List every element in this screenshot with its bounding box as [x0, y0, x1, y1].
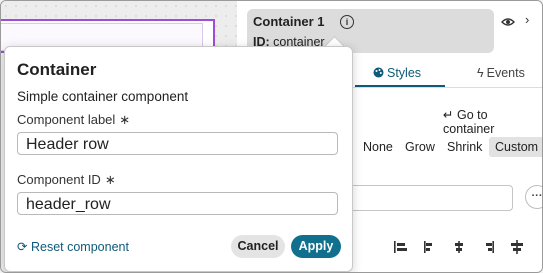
component-id-text: Component ID [17, 172, 101, 187]
popover-title: Container [17, 60, 97, 79]
info-icon[interactable]: i [340, 15, 354, 29]
tab-styles[interactable]: Styles [373, 66, 421, 80]
required-icon: ∗ [119, 112, 131, 127]
sizing-shrink-button[interactable]: Shrink [441, 137, 488, 157]
chevron-right-icon[interactable]: › [525, 12, 529, 27]
popover-subtitle: Simple container component [17, 89, 189, 104]
component-label-text: Component label [17, 112, 116, 127]
align-center-icon[interactable] [451, 239, 467, 255]
go-to-container-link[interactable]: ↵ Go to container [443, 107, 542, 136]
component-title: Container 1 [253, 14, 325, 29]
align-left-edge-icon[interactable] [393, 239, 409, 255]
reset-component-link[interactable]: ⟳ Reset component [17, 239, 129, 254]
required-icon: ∗ [104, 172, 116, 187]
custom-size-input[interactable] [347, 185, 513, 211]
return-arrow-icon: ↵ [443, 108, 454, 122]
apply-button[interactable]: Apply [291, 235, 341, 258]
more-options-button[interactable]: ··· [525, 185, 542, 209]
component-label-field-label: Component label ∗ [17, 112, 130, 128]
cancel-button[interactable]: Cancel [231, 235, 285, 258]
eye-icon[interactable] [501, 14, 515, 32]
align-left-icon[interactable] [421, 239, 437, 255]
component-id-input[interactable]: header_row [17, 192, 338, 215]
tab-styles-label: Styles [387, 66, 422, 80]
refresh-icon: ⟳ [17, 240, 28, 254]
tab-events[interactable]: ϟ Events [477, 66, 525, 80]
tab-events-label: Events [486, 66, 525, 80]
reset-component-label: Reset component [30, 240, 129, 254]
sizing-none-button[interactable]: None [357, 137, 399, 157]
bolt-icon: ϟ [477, 66, 484, 80]
component-label-input[interactable]: Header row [17, 132, 338, 155]
app-frame: Container 1 i ID: container › Styles ϟEv… [0, 0, 543, 273]
component-settings-popover: Container Simple container component Com… [4, 46, 353, 272]
component-id-field-label: Component ID ∗ [17, 172, 116, 188]
align-distribute-icon[interactable] [509, 239, 525, 255]
sizing-grow-button[interactable]: Grow [399, 137, 441, 157]
palette-icon [373, 67, 384, 78]
sizing-custom-button[interactable]: Custom [489, 137, 542, 157]
align-right-icon[interactable] [481, 239, 497, 255]
